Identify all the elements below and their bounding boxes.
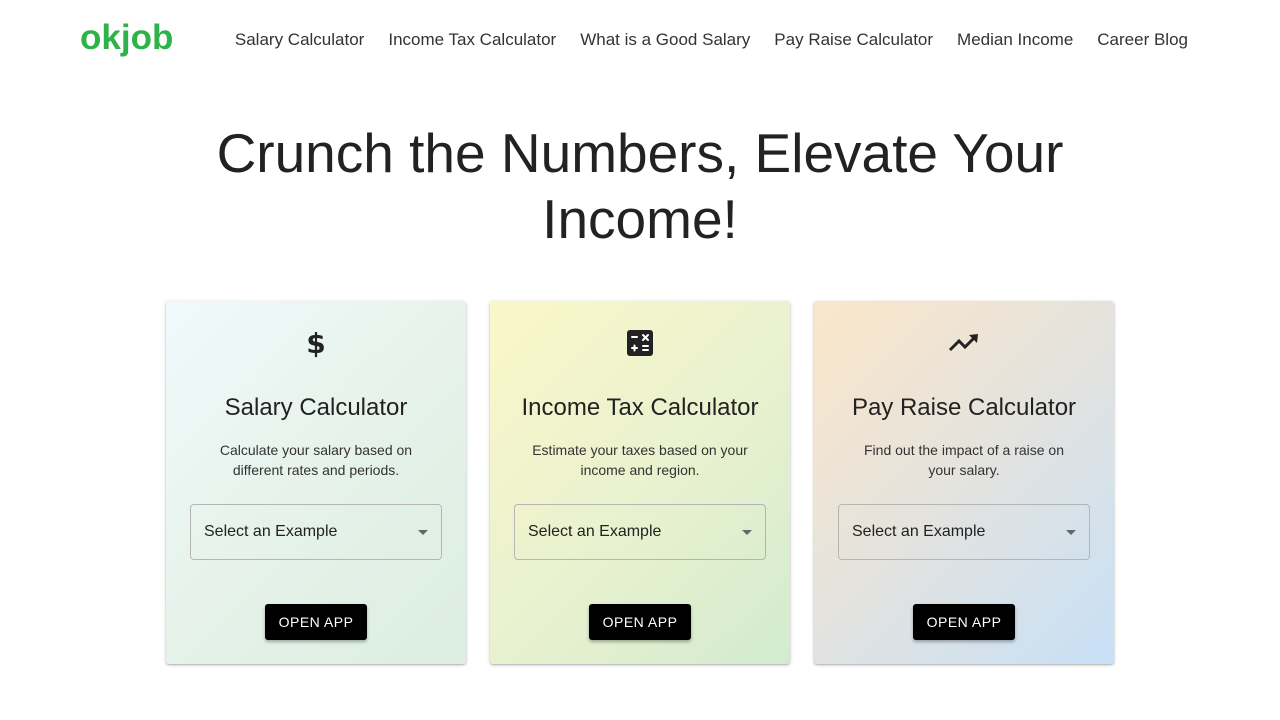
logo[interactable]: okjob [80, 18, 173, 58]
nav-good-salary[interactable]: What is a Good Salary [580, 30, 750, 50]
card-title: Salary Calculator [224, 394, 408, 421]
example-select[interactable]: Select an Example [190, 504, 442, 560]
card-title: Pay Raise Calculator [851, 394, 1077, 421]
hero-line-2: Income! [542, 188, 738, 250]
example-select[interactable]: Select an Example [838, 504, 1090, 560]
open-app-button[interactable]: OPEN APP [589, 604, 691, 640]
dropdown-arrow-icon [418, 530, 428, 535]
hero-heading: Crunch the Numbers, Elevate Your Income! [0, 120, 1280, 252]
dollar-icon: $ [166, 327, 466, 359]
site-header: okjob Salary Calculator Income Tax Calcu… [0, 0, 1280, 80]
card-description: Calculate your salary based on different… [219, 442, 413, 478]
card-description: Estimate your taxes based on your income… [532, 442, 748, 478]
open-app-button[interactable]: OPEN APP [913, 604, 1015, 640]
open-app-button[interactable]: OPEN APP [265, 604, 367, 640]
calculator-icon [490, 327, 790, 359]
nav-salary-calculator[interactable]: Salary Calculator [235, 30, 364, 50]
nav-career-blog[interactable]: Career Blog [1097, 30, 1188, 50]
select-label: Select an Example [852, 523, 986, 540]
nav-median-income[interactable]: Median Income [957, 30, 1073, 50]
pay-raise-calculator-card: Pay Raise Calculator Find out the impact… [814, 301, 1114, 664]
dropdown-arrow-icon [1066, 530, 1076, 535]
svg-text:$: $ [307, 328, 325, 358]
main-nav: Salary Calculator Income Tax Calculator … [235, 30, 1188, 50]
income-tax-calculator-card: Income Tax Calculator Estimate your taxe… [490, 301, 790, 664]
select-label: Select an Example [204, 523, 338, 540]
salary-calculator-card: $ Salary Calculator Calculate your salar… [166, 301, 466, 664]
select-label: Select an Example [528, 523, 662, 540]
trending-up-icon [814, 327, 1114, 359]
nav-pay-raise-calculator[interactable]: Pay Raise Calculator [774, 30, 933, 50]
dropdown-arrow-icon [742, 530, 752, 535]
card-title: Income Tax Calculator [521, 394, 759, 421]
nav-income-tax-calculator[interactable]: Income Tax Calculator [388, 30, 556, 50]
card-description: Find out the impact of a raise on your s… [864, 442, 1064, 478]
hero-line-1: Crunch the Numbers, Elevate Your [216, 122, 1064, 184]
example-select[interactable]: Select an Example [514, 504, 766, 560]
